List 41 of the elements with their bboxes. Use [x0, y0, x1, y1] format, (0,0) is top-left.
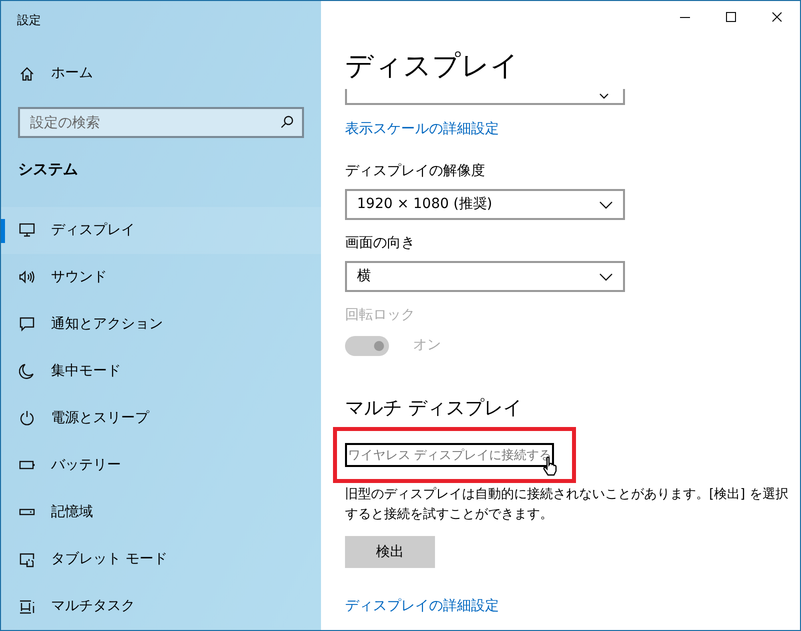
- power-icon: [19, 410, 35, 426]
- moon-icon: [19, 363, 35, 380]
- sidebar-item[interactable]: バッテリー: [1, 442, 321, 489]
- sidebar-item[interactable]: 記憶域: [1, 488, 321, 536]
- search-icon: [280, 115, 294, 130]
- speech-bubble-icon: [19, 316, 35, 332]
- dropdown[interactable]: 1920 × 1080 (推奨): [345, 189, 625, 220]
- page-title: ディスプレイ: [345, 48, 520, 84]
- field-label: ディスプレイの解像度: [345, 162, 486, 180]
- section-heading: システム: [17, 158, 79, 180]
- speaker-icon: [19, 269, 35, 286]
- home-link[interactable]: ホーム: [1, 50, 321, 98]
- sidebar-item[interactable]: 通知とアクション: [1, 300, 321, 348]
- link[interactable]: ディスプレイの詳細設定: [345, 596, 499, 617]
- close-icon: [772, 12, 782, 22]
- description-text: 旧型のディスプレイは自動的に接続されないことがあります。[検出] を選択すると接続を試すことができます。: [345, 486, 790, 524]
- selection-indicator: [1, 218, 5, 243]
- sidebar-item[interactable]: 集中モード: [1, 348, 321, 395]
- toggle-state-text: オン: [413, 336, 441, 355]
- chevron-down-icon: [599, 93, 609, 99]
- sidebar-item[interactable]: サウンド: [1, 254, 321, 301]
- detect-button[interactable]: 検出: [345, 536, 435, 568]
- dropdown[interactable]: [345, 89, 625, 105]
- sidebar-item[interactable]: ディスプレイ: [1, 206, 321, 254]
- sidebar-item[interactable]: タブレット モード: [1, 536, 321, 584]
- link[interactable]: 表示スケールの詳細設定: [345, 119, 499, 140]
- chevron-down-icon: [599, 200, 613, 208]
- tablet-hand-icon: [19, 552, 35, 568]
- sidebar-item[interactable]: 電源とスリープ: [1, 394, 321, 442]
- field-label: 回転ロック: [345, 306, 416, 324]
- maximize-icon: [726, 12, 736, 22]
- monitor-icon: [19, 222, 35, 238]
- search-field[interactable]: 設定の検索: [18, 107, 304, 138]
- sidebar-item[interactable]: マルチタスク: [1, 583, 321, 630]
- window-title: 設定: [16, 12, 42, 29]
- dropdown[interactable]: 横: [345, 261, 625, 292]
- section-heading: マルチ ディスプレイ: [345, 396, 524, 420]
- window-layout-icon: [19, 598, 35, 615]
- chevron-down-icon: [599, 272, 613, 280]
- field-label: 画面の向き: [345, 234, 416, 252]
- home-icon: [19, 66, 35, 82]
